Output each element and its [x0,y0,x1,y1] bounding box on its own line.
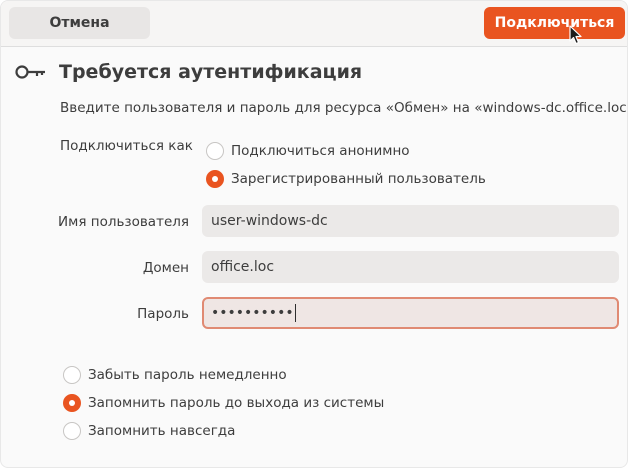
radio-anonymous-indicator[interactable] [206,142,224,160]
dialog-title: Требуется аутентификация [59,61,363,83]
radio-anonymous[interactable]: Подключиться анонимно [206,142,410,160]
radio-remember-until-logout[interactable]: Запомнить пароль до выхода из системы [63,394,384,412]
password-label: Пароль [137,306,189,322]
radio-registered-user-label: Зарегистрированный пользователь [231,171,486,187]
connect-button[interactable]: Подключиться [484,7,625,39]
key-icon [15,65,45,79]
password-value: •••••••••• [211,305,294,321]
title-row: Требуется аутентификация [15,59,362,85]
auth-dialog: Отмена Подключиться Требуется аутентифик… [0,0,628,468]
connect-as-label: Подключиться как [60,138,193,154]
radio-remember-forever[interactable]: Запомнить навсегда [63,422,235,440]
cancel-button[interactable]: Отмена [9,7,150,39]
radio-anonymous-label: Подключиться анонимно [231,143,410,159]
domain-value: office.loc [211,259,275,275]
radio-forget-immediately-indicator[interactable] [63,366,81,384]
radio-remember-forever-label: Запомнить навсегда [88,423,236,439]
username-field[interactable]: user-windows-dc [202,205,619,237]
header-bar: Отмена Подключиться [1,1,627,47]
auth-prompt: Введите пользователя и пароль для ресурс… [60,100,628,116]
username-label: Имя пользователя [58,214,189,230]
radio-forget-immediately-label: Забыть пароль немедленно [88,367,287,383]
username-value: user-windows-dc [211,213,328,229]
radio-registered-user-indicator[interactable] [206,170,224,188]
password-field[interactable]: •••••••••• [202,297,619,329]
radio-remember-until-logout-indicator[interactable] [63,394,81,412]
radio-remember-until-logout-label: Запомнить пароль до выхода из системы [88,395,385,411]
mouse-pointer-icon [569,25,582,45]
radio-registered-user[interactable]: Зарегистрированный пользователь [206,170,486,188]
radio-forget-immediately[interactable]: Забыть пароль немедленно [63,366,287,384]
domain-label: Домен [142,260,189,276]
text-caret [294,304,296,322]
domain-field[interactable]: office.loc [202,251,619,283]
radio-remember-forever-indicator[interactable] [63,422,81,440]
